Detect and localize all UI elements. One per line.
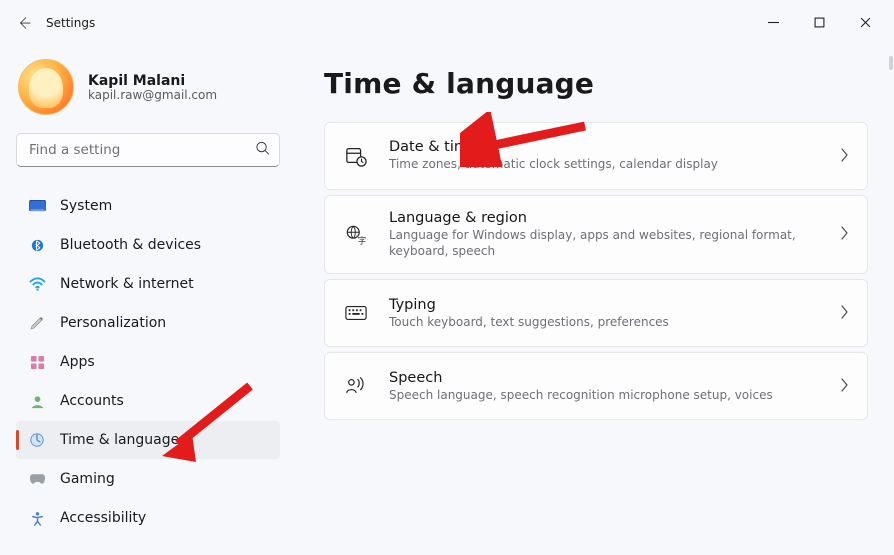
system-icon xyxy=(28,197,46,215)
settings-card-list: Date & time Time zones, automatic clock … xyxy=(324,122,868,420)
chevron-right-icon xyxy=(839,225,849,244)
search-icon xyxy=(255,141,270,160)
sidebar-item-accounts[interactable]: Accounts xyxy=(16,382,280,420)
apps-icon xyxy=(28,353,46,371)
close-icon xyxy=(860,17,871,28)
titlebar: Settings xyxy=(0,0,894,45)
minimize-button[interactable] xyxy=(750,7,796,39)
speech-icon xyxy=(343,376,369,396)
card-title: Speech xyxy=(389,370,819,386)
profile-name: Kapil Malani xyxy=(88,73,217,89)
back-button[interactable] xyxy=(6,5,42,41)
minimize-icon xyxy=(768,17,779,28)
card-subtitle: Time zones, automatic clock settings, ca… xyxy=(389,156,819,172)
sidebar-item-label: Apps xyxy=(60,354,95,370)
svg-text:字: 字 xyxy=(358,235,366,245)
sidebar-item-label: Accounts xyxy=(60,393,124,409)
chevron-right-icon xyxy=(839,147,849,166)
window-title: Settings xyxy=(46,16,95,30)
sidebar-nav: System Bluetooth & devices Network & int… xyxy=(16,187,280,537)
card-title: Typing xyxy=(389,297,819,313)
card-title: Date & time xyxy=(389,139,819,155)
maximize-icon xyxy=(814,17,825,28)
sidebar-item-label: Gaming xyxy=(60,471,115,487)
card-typing[interactable]: Typing Touch keyboard, text suggestions,… xyxy=(324,279,868,347)
language-icon: 字 xyxy=(343,224,369,246)
sidebar-item-label: System xyxy=(60,198,112,214)
sidebar-item-network[interactable]: Network & internet xyxy=(16,265,280,303)
person-icon xyxy=(28,392,46,410)
sidebar-item-label: Bluetooth & devices xyxy=(60,237,201,253)
close-button[interactable] xyxy=(842,7,888,39)
chevron-right-icon xyxy=(839,304,849,323)
card-subtitle: Touch keyboard, text suggestions, prefer… xyxy=(389,314,819,330)
gamepad-icon xyxy=(28,470,46,488)
card-speech[interactable]: Speech Speech language, speech recogniti… xyxy=(324,352,868,420)
clock-globe-icon xyxy=(28,431,46,449)
sidebar-item-label: Network & internet xyxy=(60,276,194,292)
wifi-icon xyxy=(28,275,46,293)
chevron-right-icon xyxy=(839,377,849,396)
keyboard-icon xyxy=(343,305,369,321)
bluetooth-icon xyxy=(28,236,46,254)
card-title: Language & region xyxy=(389,210,819,226)
sidebar: Kapil Malani kapil.raw@gmail.com System … xyxy=(0,45,296,555)
arrow-left-icon xyxy=(17,16,31,30)
card-language-region[interactable]: 字 Language & region Language for Windows… xyxy=(324,195,868,274)
sidebar-item-system[interactable]: System xyxy=(16,187,280,225)
calendar-clock-icon xyxy=(343,145,369,167)
page-title: Time & language xyxy=(324,67,868,100)
profile-email: kapil.raw@gmail.com xyxy=(88,88,217,102)
sidebar-item-label: Personalization xyxy=(60,315,166,331)
sidebar-item-accessibility[interactable]: Accessibility xyxy=(16,499,280,537)
card-subtitle: Speech language, speech recognition micr… xyxy=(389,387,819,403)
search-input[interactable] xyxy=(16,133,280,167)
sidebar-item-label: Time & language xyxy=(60,432,179,448)
main-panel: Time & language Date & time Time zones, … xyxy=(296,45,894,555)
avatar xyxy=(18,59,74,115)
accessibility-icon xyxy=(28,509,46,527)
search-container xyxy=(16,133,280,167)
sidebar-item-bluetooth[interactable]: Bluetooth & devices xyxy=(16,226,280,264)
sidebar-item-gaming[interactable]: Gaming xyxy=(16,460,280,498)
sidebar-item-label: Accessibility xyxy=(60,510,146,526)
sidebar-item-apps[interactable]: Apps xyxy=(16,343,280,381)
profile-block[interactable]: Kapil Malani kapil.raw@gmail.com xyxy=(16,55,280,133)
sidebar-item-time-language[interactable]: Time & language xyxy=(16,421,280,459)
sidebar-item-personalization[interactable]: Personalization xyxy=(16,304,280,342)
card-date-time[interactable]: Date & time Time zones, automatic clock … xyxy=(324,122,868,190)
paintbrush-icon xyxy=(28,314,46,332)
scrollbar-indicator[interactable] xyxy=(889,56,893,70)
maximize-button[interactable] xyxy=(796,7,842,39)
card-subtitle: Language for Windows display, apps and w… xyxy=(389,227,819,259)
